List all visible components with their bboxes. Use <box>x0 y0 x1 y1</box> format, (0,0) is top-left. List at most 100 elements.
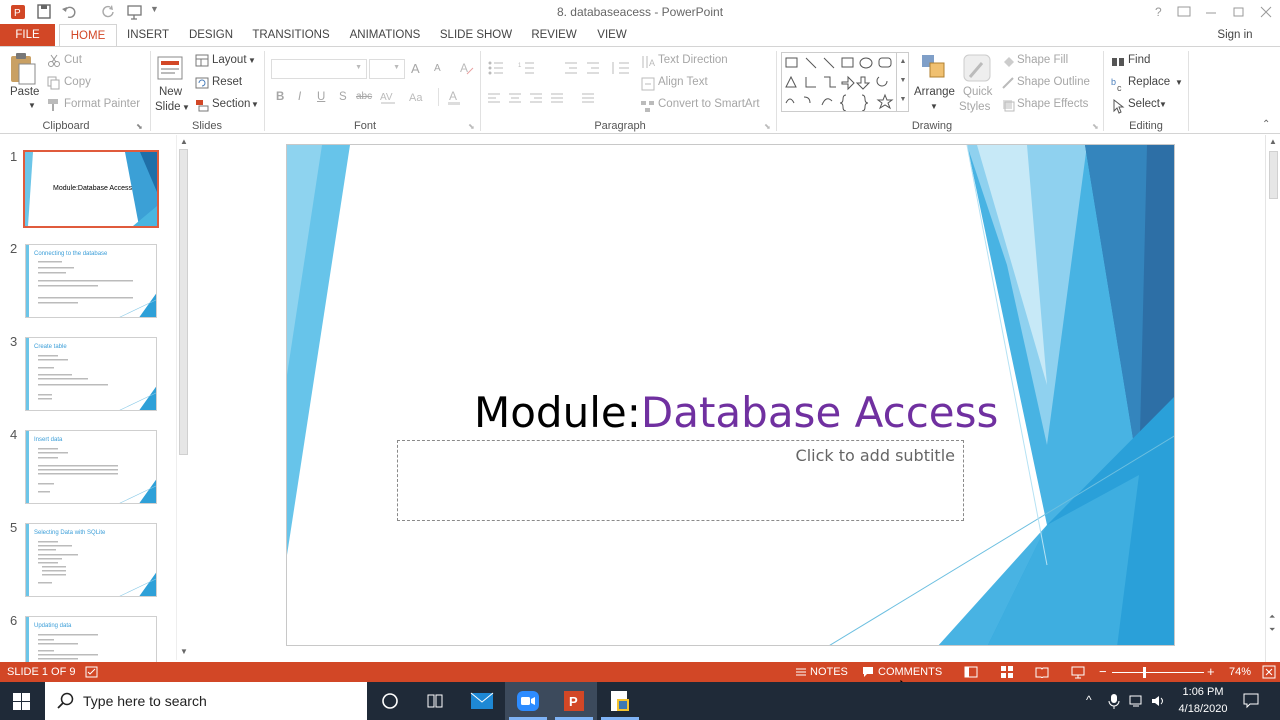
mail-icon[interactable] <box>459 682 505 720</box>
slide-thumbnail-5[interactable]: Selecting Data with SQLite <box>25 523 157 597</box>
reading-view-icon[interactable] <box>1035 666 1049 678</box>
shadow-button[interactable]: S <box>339 91 347 103</box>
convert-to-smartart-button[interactable]: Convert to SmartArt <box>658 98 760 110</box>
taskbar-search-box[interactable]: Type here to search <box>45 682 367 720</box>
microphone-icon[interactable] <box>1108 693 1120 709</box>
minimize-icon[interactable] <box>1200 3 1222 21</box>
clipboard-launcher-icon[interactable]: ⬊ <box>136 122 143 131</box>
section-button[interactable]: Section <box>212 98 250 110</box>
close-icon[interactable] <box>1255 3 1277 21</box>
powerpoint-taskbar-icon[interactable]: P <box>551 682 597 720</box>
volume-icon[interactable] <box>1151 694 1167 708</box>
italic-button[interactable]: I <box>298 91 301 103</box>
scroll-down-icon[interactable]: ⏷ <box>1269 625 1275 635</box>
section-dropdown-icon[interactable]: ▼ <box>251 100 259 109</box>
select-button[interactable]: Select <box>1128 98 1160 110</box>
strikethrough-button[interactable]: abc <box>356 91 372 102</box>
new-slide-label-2[interactable]: Slide <box>155 101 181 113</box>
zoom-slider[interactable] <box>1112 672 1204 673</box>
thumbnails-scrollbar-thumb[interactable] <box>179 149 188 455</box>
python-file-icon[interactable] <box>597 682 643 720</box>
replace-dropdown-icon[interactable]: ▼ <box>1175 78 1183 87</box>
font-name-field[interactable]: ▼ <box>271 59 367 79</box>
paste-dropdown-icon[interactable]: ▼ <box>28 101 36 110</box>
quick-styles-label-2[interactable]: Styles <box>959 101 990 113</box>
zoom-app-icon[interactable] <box>505 682 551 720</box>
arrange-button[interactable]: Arrange <box>914 86 955 98</box>
change-case-icon[interactable]: Aa <box>408 89 432 105</box>
thumbnails-scrollbar[interactable]: ▲ ▼ <box>176 135 190 660</box>
notes-button[interactable]: NOTES <box>810 666 848 678</box>
clock-date[interactable]: 4/18/2020 <box>1172 703 1234 715</box>
tab-review[interactable]: REVIEW <box>528 24 580 47</box>
main-scrollbar[interactable]: ▲ ⏶ ⏷ <box>1265 135 1280 662</box>
find-button[interactable]: Find <box>1128 54 1150 66</box>
new-slide-dropdown-icon[interactable]: ▼ <box>182 103 190 112</box>
clock-time[interactable]: 1:06 PM <box>1178 686 1228 698</box>
new-slide-icon[interactable] <box>157 53 185 83</box>
clear-formatting-icon[interactable]: A <box>458 60 474 76</box>
show-hidden-icons-icon[interactable]: ^ <box>1086 693 1092 707</box>
zoom-level[interactable]: 74% <box>1229 666 1251 678</box>
shapes-icon[interactable] <box>782 53 908 111</box>
quick-styles-icon[interactable] <box>962 53 992 83</box>
font-launcher-icon[interactable]: ⬊ <box>468 122 475 131</box>
zoom-slider-thumb[interactable] <box>1143 667 1146 678</box>
slide-sorter-icon[interactable] <box>1000 665 1014 679</box>
help-icon[interactable]: ? <box>1148 3 1170 21</box>
underline-button[interactable]: U <box>317 91 325 103</box>
scroll-up-icon[interactable]: ⏶ <box>1269 612 1275 622</box>
grow-font-button[interactable]: A <box>411 61 420 76</box>
subtitle-placeholder-box[interactable]: Click to add subtitle <box>397 440 964 521</box>
paragraph-launcher-icon[interactable]: ⬊ <box>764 122 771 131</box>
slide-thumbnail-3[interactable]: Create table <box>25 337 157 411</box>
comments-button[interactable]: COMMENTS <box>878 666 942 678</box>
text-direction-button[interactable]: Text Direction <box>658 54 728 66</box>
main-scrollbar-thumb[interactable] <box>1269 151 1278 199</box>
shape-fill-button[interactable]: Shape Fill <box>1017 54 1068 66</box>
font-color-icon[interactable]: A <box>446 88 470 106</box>
notes-icon[interactable] <box>795 666 807 678</box>
cut-button[interactable]: Cut <box>64 54 82 66</box>
paste-icon[interactable] <box>8 52 38 86</box>
shapes-more-icon[interactable]: ▲ ▼ ▼ <box>896 52 909 112</box>
ribbon-display-options-icon[interactable] <box>1173 3 1195 21</box>
shrink-font-button[interactable]: A <box>434 63 441 74</box>
tab-home[interactable]: HOME <box>59 24 117 48</box>
slide-thumbnail-6[interactable]: Updating data <box>25 616 157 662</box>
zoom-out-icon[interactable]: − <box>1099 664 1107 679</box>
slide-title[interactable]: Module:Database Access <box>474 388 998 437</box>
layout-dropdown-icon[interactable]: ▼ <box>248 56 256 65</box>
normal-view-icon[interactable] <box>964 666 978 678</box>
collapse-ribbon-icon[interactable]: ⌃ <box>1262 119 1270 130</box>
restore-icon[interactable] <box>1228 3 1250 21</box>
bold-button[interactable]: B <box>276 91 284 103</box>
sign-in-link[interactable]: Sign in <box>1212 24 1258 47</box>
arrange-dropdown-icon[interactable]: ▼ <box>930 102 938 111</box>
slide-thumbnail-2[interactable]: Connecting to the database <box>25 244 157 318</box>
taskbar-search-input[interactable]: Type here to search <box>83 693 207 709</box>
shape-outline-button[interactable]: Shape Outline <box>1017 76 1090 88</box>
format-painter-button[interactable]: Format Painter <box>64 98 140 110</box>
zoom-in-icon[interactable]: + <box>1207 664 1215 679</box>
fit-to-window-icon[interactable] <box>1262 665 1276 679</box>
select-dropdown-icon[interactable]: ▼ <box>1159 100 1167 109</box>
windows-start-icon[interactable] <box>13 693 31 711</box>
new-slide-label-1[interactable]: New <box>159 86 182 98</box>
character-spacing-icon[interactable]: AV <box>378 89 402 105</box>
quick-styles-label-1[interactable]: Quick <box>963 86 992 98</box>
slide-thumbnail-1[interactable]: Module:Database Access <box>23 150 159 228</box>
spell-check-icon[interactable] <box>85 666 99 678</box>
tab-animations[interactable]: ANIMATIONS <box>345 24 425 47</box>
paste-button[interactable]: Paste <box>10 86 39 98</box>
alignment-icons[interactable] <box>487 91 607 107</box>
align-text-button[interactable]: Align Text <box>658 76 708 88</box>
notifications-icon[interactable] <box>1243 693 1259 709</box>
shapes-gallery[interactable] <box>781 52 909 112</box>
tab-slide-show[interactable]: SLIDE SHOW <box>438 24 514 47</box>
drawing-launcher-icon[interactable]: ⬊ <box>1092 122 1099 131</box>
layout-button[interactable]: Layout <box>212 54 247 66</box>
shape-effects-button[interactable]: Shape Effects <box>1017 98 1088 110</box>
arrange-icon[interactable] <box>920 53 948 83</box>
list-indent-icons[interactable]: 1 <box>487 59 637 77</box>
